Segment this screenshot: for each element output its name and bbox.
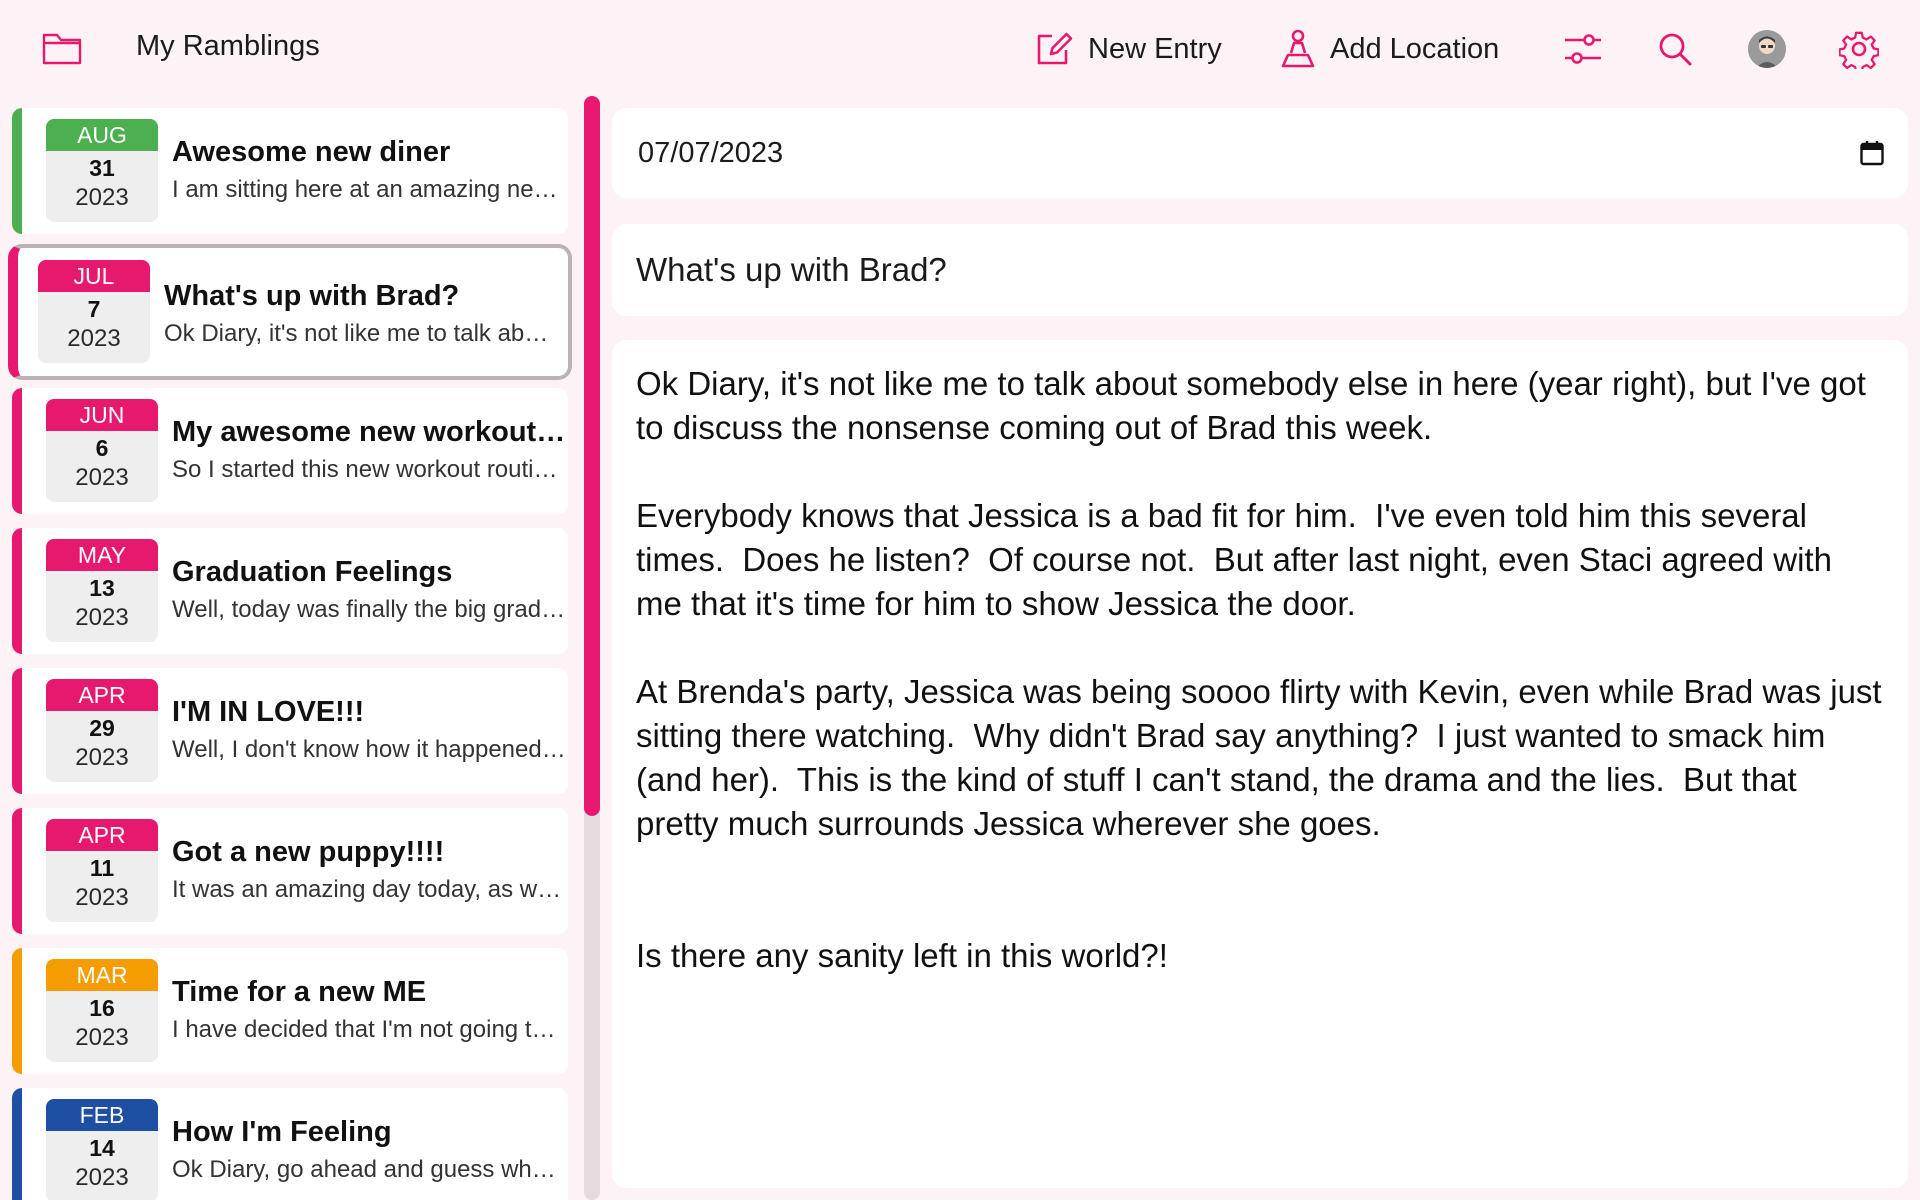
date-badge: JUN 6 2023 [46, 399, 158, 502]
badge-day: 16 [89, 995, 115, 1021]
date-value: 07/07/2023 [638, 136, 784, 169]
badge-month: JUN [46, 399, 158, 431]
entry-item[interactable]: AUG 31 2023 Awesome new diner I am sitti… [12, 108, 568, 234]
sliders-icon [1565, 34, 1601, 64]
filter-button[interactable] [1560, 26, 1606, 72]
settings-button[interactable] [1836, 26, 1882, 72]
location-person-icon [1281, 29, 1315, 68]
badge-month: AUG [46, 119, 158, 151]
add-location-button[interactable]: Add Location [1280, 26, 1499, 72]
new-entry-button[interactable]: New Entry [1036, 26, 1222, 72]
badge-year: 2023 [75, 464, 129, 491]
entry-item[interactable]: APR 11 2023 Got a new puppy!!!! It was a… [12, 808, 568, 934]
entry-preview: I am sitting here at an amazing new dine… [172, 176, 567, 203]
entry-preview: So I started this new workout routine th… [172, 456, 567, 483]
badge-day: 7 [87, 296, 101, 322]
gear-icon [1839, 31, 1879, 69]
add-location-label: Add Location [1330, 32, 1500, 65]
badge-year: 2023 [67, 325, 121, 352]
entry-preview: Well, I don't know how it happened but i… [172, 736, 567, 763]
date-badge: APR 29 2023 [46, 679, 158, 782]
folder-icon [42, 33, 82, 65]
new-entry-label: New Entry [1088, 32, 1222, 65]
badge-day: 31 [89, 155, 115, 181]
badge-month: JUL [38, 260, 150, 292]
badge-year: 2023 [75, 744, 129, 771]
folder-button[interactable] [40, 28, 84, 68]
entry-title: Awesome new diner [172, 136, 451, 168]
entry-preview: I have decided that I'm not going to be … [172, 1016, 567, 1043]
badge-year: 2023 [75, 604, 129, 631]
badge-day: 29 [89, 715, 115, 741]
date-badge: JUL 7 2023 [38, 260, 150, 363]
entry-title: Got a new puppy!!!! [172, 836, 445, 868]
badge-day: 6 [95, 435, 109, 461]
badge-year: 2023 [75, 884, 129, 911]
entry-title: My awesome new workout routine [172, 416, 567, 448]
badge-day: 11 [89, 855, 115, 881]
date-badge: MAY 13 2023 [46, 539, 158, 642]
entry-preview: Ok Diary, go ahead and guess what day it… [172, 1156, 567, 1183]
app-title: My Ramblings [136, 30, 320, 62]
entry-date-field[interactable]: 07/07/2023 [612, 108, 1908, 198]
entries-list: AUG 31 2023 Awesome new diner I am sitti… [0, 98, 580, 1200]
entry-item[interactable]: FEB 14 2023 How I'm Feeling Ok Diary, go… [12, 1088, 568, 1200]
entry-item[interactable]: MAR 16 2023 Time for a new ME I have dec… [12, 948, 568, 1074]
date-badge: FEB 14 2023 [46, 1099, 158, 1200]
entry-title: What's up with Brad? [164, 280, 460, 312]
entry-item[interactable]: MAY 13 2023 Graduation Feelings Well, to… [12, 528, 568, 654]
edit-icon [1037, 32, 1073, 65]
entry-title: How I'm Feeling [172, 1116, 392, 1148]
badge-year: 2023 [75, 184, 129, 211]
badge-day: 13 [89, 575, 115, 601]
profile-button[interactable] [1744, 26, 1790, 72]
badge-month: FEB [46, 1099, 158, 1131]
badge-day: 14 [89, 1135, 115, 1161]
entry-title-input[interactable]: What's up with Brad? [612, 224, 1908, 316]
sidebar-scrollbar-thumb[interactable] [584, 96, 600, 816]
badge-month: MAR [46, 959, 158, 991]
entry-title: Graduation Feelings [172, 556, 453, 588]
search-button[interactable] [1652, 26, 1698, 72]
avatar [1748, 30, 1786, 68]
search-icon [1659, 33, 1692, 66]
calendar-icon[interactable] [1860, 140, 1884, 166]
entry-preview: Well, today was finally the big graduati… [172, 596, 567, 623]
entry-title: Time for a new ME [172, 976, 427, 1008]
badge-month: MAY [46, 539, 158, 571]
badge-month: APR [46, 819, 158, 851]
entry-body-textarea[interactable]: Ok Diary, it's not like me to talk about… [612, 340, 1908, 1188]
entry-item[interactable]: APR 29 2023 I'M IN LOVE!!! Well, I don't… [12, 668, 568, 794]
badge-month: APR [46, 679, 158, 711]
badge-year: 2023 [75, 1024, 129, 1051]
app-header: My Ramblings New Entry Add Location [0, 0, 1920, 98]
entry-preview: It was an amazing day today, as we broug… [172, 876, 567, 903]
entry-preview: Ok Diary, it's not like me to talk about… [164, 320, 559, 347]
entry-title: I'M IN LOVE!!! [172, 696, 365, 728]
date-badge: AUG 31 2023 [46, 119, 158, 222]
date-badge: APR 11 2023 [46, 819, 158, 922]
entry-item-selected[interactable]: JUL 7 2023 What's up with Brad? Ok Diary… [8, 244, 572, 380]
date-badge: MAR 16 2023 [46, 959, 158, 1062]
badge-year: 2023 [75, 1164, 129, 1191]
entry-item[interactable]: JUN 6 2023 My awesome new workout routin… [12, 388, 568, 514]
